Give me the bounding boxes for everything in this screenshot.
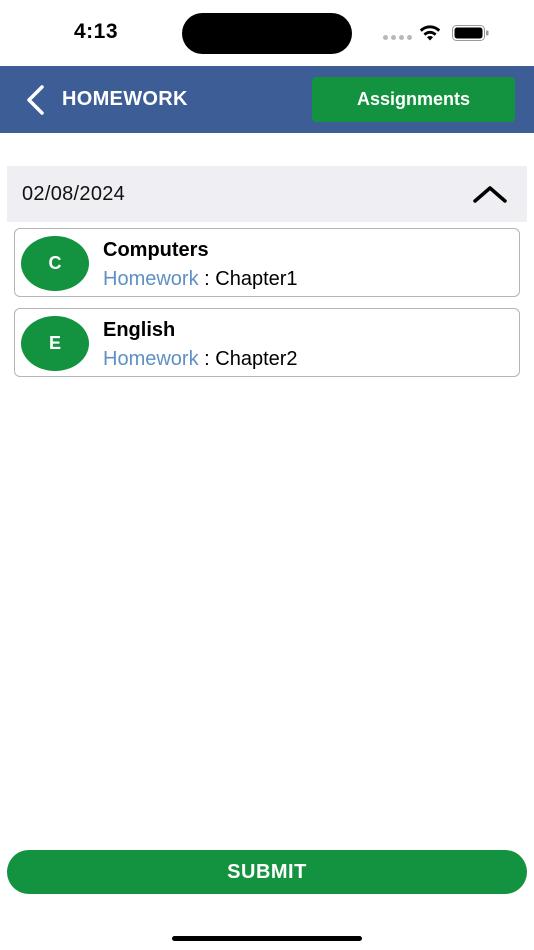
date-label: 02/08/2024 (22, 183, 126, 205)
homework-label: Homework (103, 348, 199, 370)
homework-card[interactable]: C Computers Homework : Chapter1 (14, 228, 520, 297)
date-accordion-header[interactable]: 02/08/2024 (7, 166, 527, 222)
status-bar: 4:13 (0, 0, 534, 66)
homework-separator: : (198, 268, 216, 290)
submit-button[interactable]: SUBMIT (7, 850, 527, 894)
homework-value: Chapter2 (215, 348, 298, 370)
homework-label: Homework (103, 268, 199, 290)
back-arrow-icon[interactable] (22, 83, 50, 117)
homework-value: Chapter1 (215, 268, 298, 290)
homework-detail: Homework : Chapter1 (103, 268, 298, 291)
wifi-icon (419, 25, 441, 41)
chevron-up-icon[interactable] (472, 184, 508, 204)
homework-card[interactable]: E English Homework : Chapter2 (14, 308, 520, 377)
subject-avatar: C (21, 236, 89, 291)
subject-avatar: E (21, 316, 89, 371)
assignments-button[interactable]: Assignments (312, 77, 515, 122)
homework-separator: : (198, 348, 216, 370)
page-title: HOMEWORK (62, 88, 188, 110)
signal-dots-icon (383, 35, 412, 40)
app-header: HOMEWORK Assignments (0, 66, 534, 133)
homework-detail: Homework : Chapter2 (103, 348, 298, 371)
dynamic-island (182, 13, 352, 54)
subject-name: English (103, 319, 176, 341)
home-indicator[interactable] (172, 936, 362, 941)
status-time: 4:13 (74, 20, 119, 43)
battery-icon (452, 25, 489, 41)
subject-name: Computers (103, 239, 209, 261)
